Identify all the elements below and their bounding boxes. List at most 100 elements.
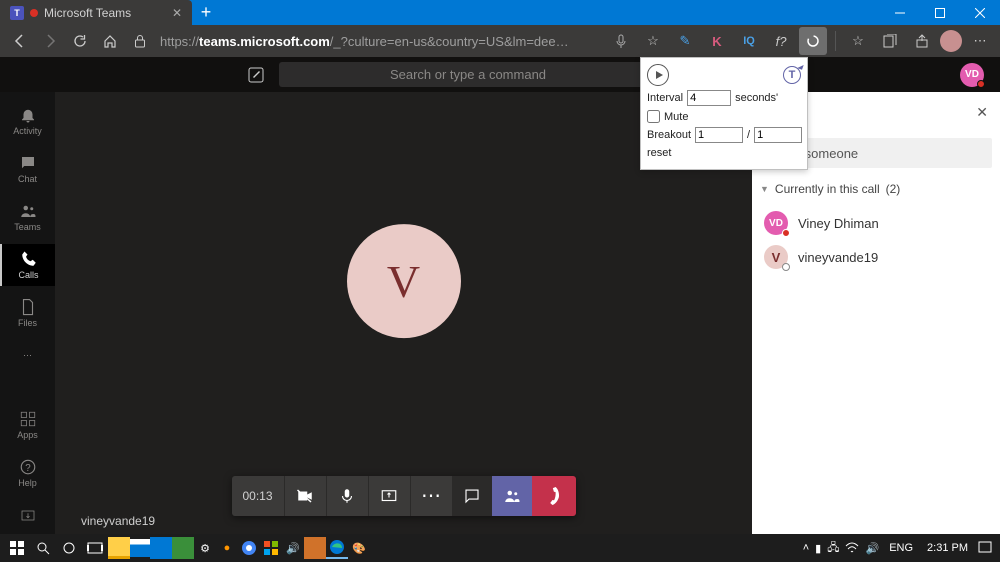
tray-wifi-icon[interactable] <box>845 542 859 554</box>
participant-avatar: VD <box>764 211 788 235</box>
section-header[interactable]: ▼ Currently in this call (2) <box>760 182 992 196</box>
nav-home-button[interactable] <box>96 27 124 55</box>
presence-busy-icon <box>977 80 985 88</box>
app-rail: Activity Chat Teams Calls Files ⋯ Apps ?… <box>0 92 55 534</box>
tab-close-button[interactable]: ✕ <box>172 6 182 20</box>
caller-label: vineyvande19 <box>81 514 155 528</box>
tray-clock[interactable]: 2:31 PM <box>923 542 972 554</box>
new-tab-button[interactable]: + <box>192 2 220 23</box>
ext-fx-icon[interactable]: f? <box>767 27 795 55</box>
mute-checkbox[interactable]: Mute <box>647 110 688 123</box>
nav-refresh-button[interactable] <box>66 27 94 55</box>
tab-title: Microsoft Teams <box>44 6 131 20</box>
rail-download[interactable] <box>0 500 55 534</box>
collections-icon[interactable] <box>876 27 904 55</box>
presence-away-icon <box>782 263 790 271</box>
address-bar[interactable]: https:// teams.microsoft.com /_?culture=… <box>160 34 569 49</box>
favorites-icon[interactable]: ☆ <box>844 27 872 55</box>
participant-name: vineyvande19 <box>798 250 878 265</box>
window-close-button[interactable] <box>960 0 1000 25</box>
hangup-button[interactable] <box>532 476 576 516</box>
seconds-label: seconds' <box>735 92 778 104</box>
ext-k-icon[interactable]: K <box>703 27 731 55</box>
teams-favicon: T <box>10 6 24 20</box>
reset-link[interactable]: reset <box>647 147 671 159</box>
window-maximize-button[interactable] <box>920 0 960 25</box>
participant-row[interactable]: V vineyvande19 <box>760 240 992 274</box>
tb-paint-icon[interactable]: 🎨 <box>348 537 370 559</box>
breakout-b-input[interactable] <box>754 127 802 143</box>
nav-forward-button[interactable] <box>36 27 64 55</box>
tray-network-icon[interactable]: 🖧 <box>827 539 839 558</box>
tb-store-icon[interactable] <box>130 539 150 557</box>
browser-tab[interactable]: T Microsoft Teams ✕ <box>0 0 192 25</box>
participant-name: Viney Dhiman <box>798 216 879 231</box>
tb-app-icon[interactable] <box>304 537 326 559</box>
tb-office-icon[interactable] <box>260 537 282 559</box>
tray-chevron-icon[interactable]: ˄ <box>803 542 809 554</box>
rail-chat[interactable]: Chat <box>0 148 55 190</box>
panel-close-button[interactable]: ✕ <box>976 104 988 121</box>
interval-input[interactable] <box>687 90 731 106</box>
ext-refresh-icon[interactable] <box>799 27 827 55</box>
mic-icon[interactable] <box>607 27 635 55</box>
tb-settings-icon[interactable]: ⚙ <box>194 537 216 559</box>
compose-button[interactable] <box>241 60 271 90</box>
taskview-icon[interactable] <box>82 534 108 562</box>
share-icon[interactable] <box>908 27 936 55</box>
breakout-label: Breakout <box>647 129 691 141</box>
breakout-a-input[interactable] <box>695 127 743 143</box>
call-toolbar: 00:13 ⋯ <box>232 476 576 516</box>
tb-mail-icon[interactable] <box>150 537 172 559</box>
rail-apps[interactable]: Apps <box>0 404 55 446</box>
participant-avatar: V <box>764 245 788 269</box>
mic-toggle-button[interactable] <box>326 476 368 516</box>
ext-pen-icon[interactable]: ✎ <box>671 27 699 55</box>
cortana-icon[interactable] <box>56 534 82 562</box>
teams-badge-icon: T <box>783 66 801 84</box>
svg-text:?: ? <box>25 463 31 474</box>
tray-volume-icon[interactable]: 🔊 <box>865 542 879 555</box>
chat-toggle-button[interactable] <box>452 476 492 516</box>
rail-files[interactable]: Files <box>0 292 55 334</box>
tray-lang[interactable]: ENG <box>885 542 917 554</box>
rail-more[interactable]: ⋯ <box>0 340 55 370</box>
start-button[interactable] <box>4 534 30 562</box>
tb-firefox-icon[interactable]: ● <box>216 537 238 559</box>
browser-menu-button[interactable]: ⋯ <box>966 27 994 55</box>
ext-iq-icon[interactable]: IQ <box>735 27 763 55</box>
play-button[interactable] <box>647 64 669 86</box>
share-screen-button[interactable] <box>368 476 410 516</box>
tb-chrome-icon[interactable] <box>238 537 260 559</box>
recording-indicator-icon <box>30 9 38 17</box>
chevron-down-icon: ▼ <box>760 184 769 194</box>
tray-battery-icon[interactable]: ▮ <box>815 542 821 555</box>
camera-toggle-button[interactable] <box>284 476 326 516</box>
search-input[interactable]: Search or type a command <box>279 62 657 87</box>
search-icon[interactable] <box>30 534 56 562</box>
tb-sound-icon[interactable]: 🔊 <box>282 537 304 559</box>
presence-busy-icon <box>782 229 790 237</box>
rail-teams[interactable]: Teams <box>0 196 55 238</box>
people-toggle-button[interactable] <box>492 476 532 516</box>
tb-camtasia-icon[interactable] <box>172 537 194 559</box>
profile-avatar[interactable] <box>940 30 962 52</box>
extension-popup: T Interval seconds' Mute Breakout / rese… <box>640 57 808 170</box>
participant-row[interactable]: VD Viney Dhiman <box>760 206 992 240</box>
window-minimize-button[interactable] <box>880 0 920 25</box>
tb-explorer-icon[interactable] <box>108 537 130 559</box>
favorite-star-icon[interactable]: ☆ <box>639 27 667 55</box>
interval-label: Interval <box>647 92 683 104</box>
user-avatar[interactable]: VD <box>960 63 984 87</box>
call-duration: 00:13 <box>232 476 284 516</box>
nav-back-button[interactable] <box>6 27 34 55</box>
rail-activity[interactable]: Activity <box>0 100 55 142</box>
rail-calls[interactable]: Calls <box>0 244 55 286</box>
participant-avatar-large: V <box>347 224 461 338</box>
lock-icon <box>126 27 154 55</box>
windows-taskbar[interactable]: ⚙ ● 🔊 🎨 ˄ ▮ 🖧 🔊 ENG 2:31 PM <box>0 534 1000 562</box>
tb-edge-icon[interactable] <box>326 537 348 559</box>
more-actions-button[interactable]: ⋯ <box>410 476 452 516</box>
tray-notifications-icon[interactable] <box>978 541 992 555</box>
rail-help[interactable]: ?Help <box>0 452 55 494</box>
